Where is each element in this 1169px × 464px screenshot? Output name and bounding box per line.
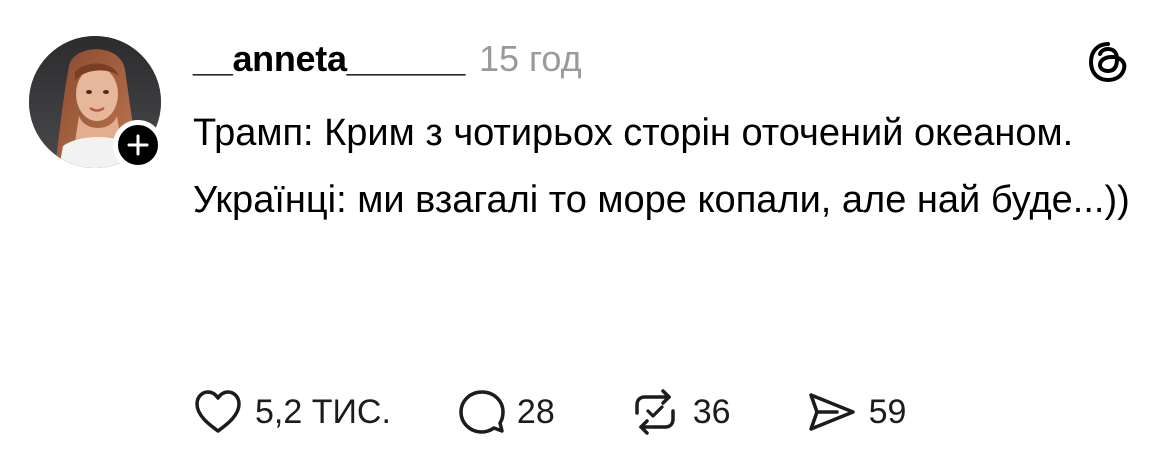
post-timestamp[interactable]: 15 год [479, 38, 582, 80]
repost-icon [635, 389, 675, 435]
follow-button[interactable] [113, 120, 163, 170]
username-link[interactable]: __anneta______ [193, 38, 465, 80]
threads-post: __anneta______ 15 год Трамп: Крим з чоти… [0, 0, 1169, 464]
share-button[interactable]: 59 [807, 389, 907, 435]
post-paragraph-2: Українці: ми взагалі то море копали, але… [193, 179, 1130, 221]
comment-bubble-icon [459, 390, 505, 434]
plus-icon [127, 134, 149, 156]
comment-count: 28 [516, 392, 555, 431]
like-count: 5,2 ТИС. [255, 392, 391, 431]
post-header: __anneta______ 15 год [193, 38, 582, 84]
heart-icon [195, 390, 241, 433]
post-body: Трамп: Крим з чотирьох сторін оточений о… [193, 104, 1133, 229]
share-send-icon [808, 393, 855, 431]
repost-count: 36 [692, 392, 731, 431]
action-bar: 5,2 ТИС. 28 36 59 [193, 388, 906, 436]
share-count: 59 [868, 392, 907, 431]
repost-button[interactable]: 36 [629, 389, 731, 435]
comment-button[interactable]: 28 [459, 389, 555, 435]
post-paragraph-1: Трамп: Крим з чотирьох сторін оточений о… [193, 112, 1074, 154]
threads-logo-icon[interactable] [1086, 40, 1130, 84]
like-button[interactable]: 5,2 ТИС. [193, 389, 391, 435]
avatar-container[interactable] [29, 36, 163, 170]
